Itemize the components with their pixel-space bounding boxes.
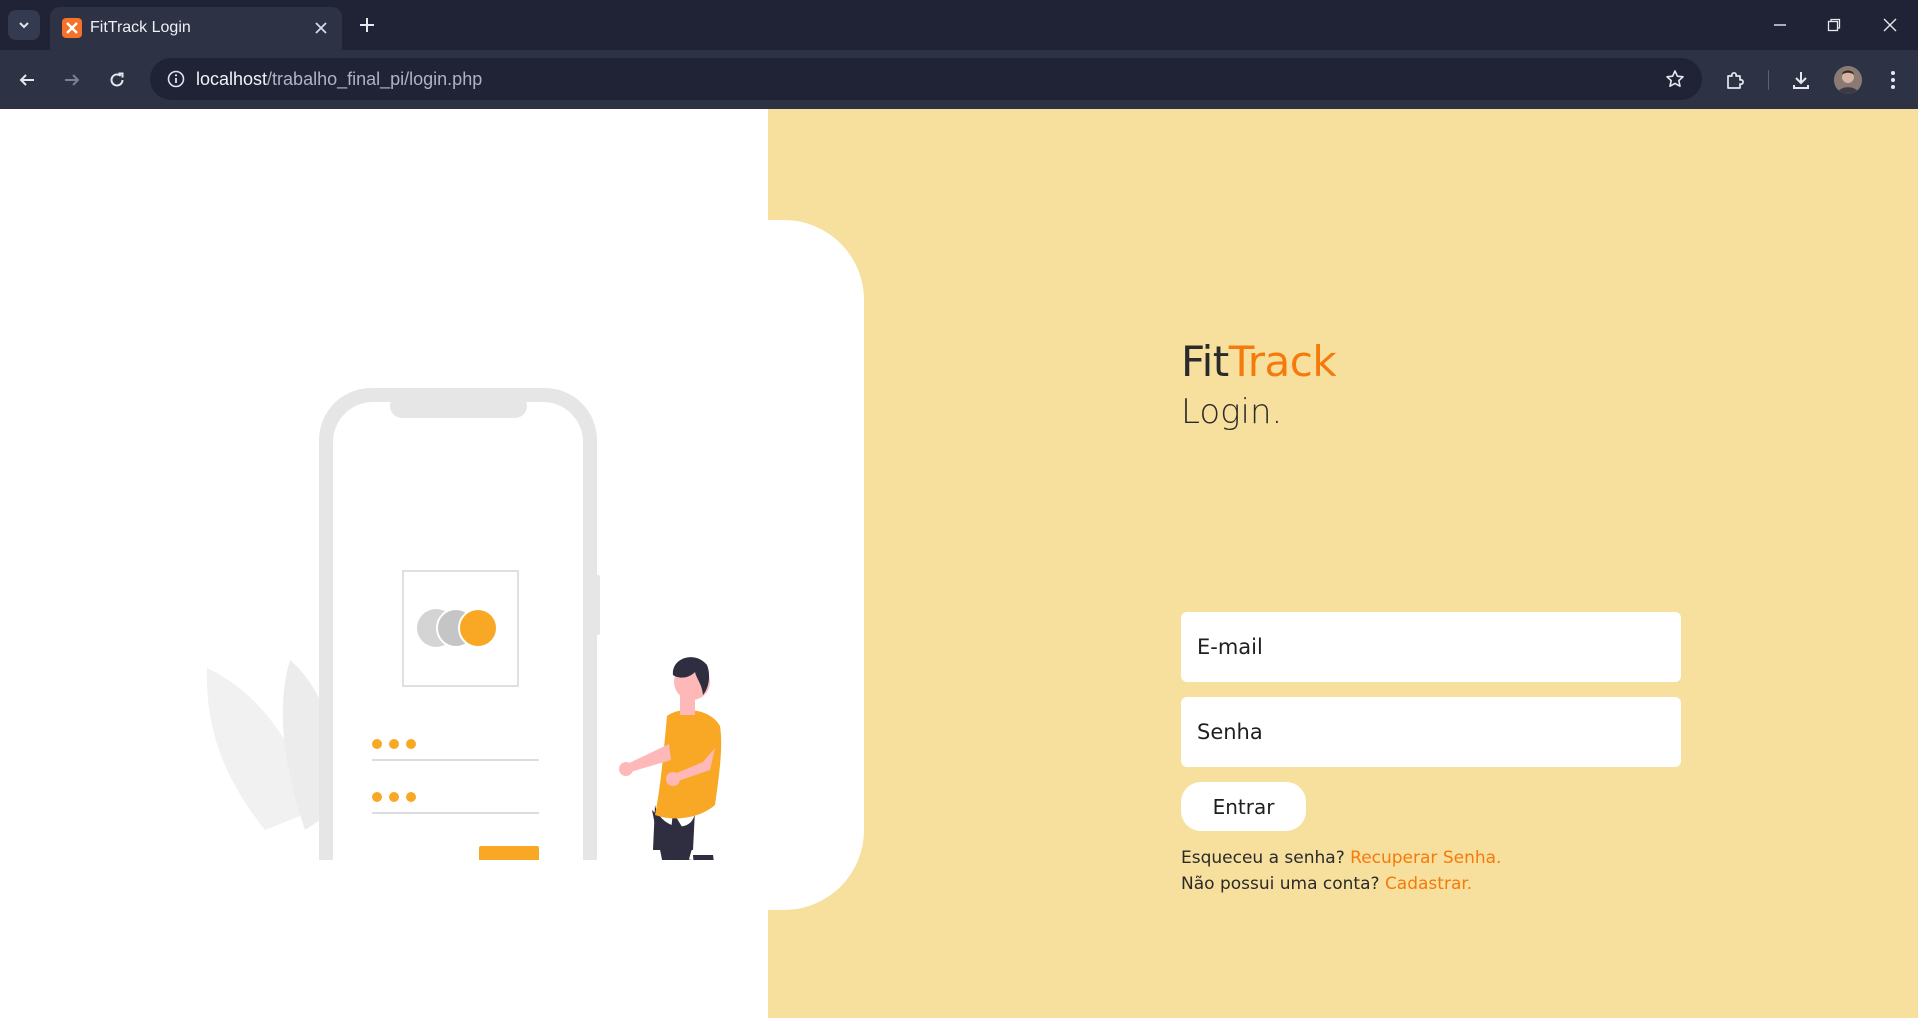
brand-fit: Fit: [1181, 337, 1229, 386]
close-window-icon[interactable]: [1862, 0, 1918, 50]
minimize-icon[interactable]: [1752, 0, 1808, 50]
new-tab-plus-icon[interactable]: [352, 10, 382, 40]
person-figure: [619, 657, 722, 860]
profile-avatar[interactable]: [1834, 66, 1862, 94]
extensions-puzzle-icon[interactable]: [1718, 63, 1752, 97]
email-field[interactable]: [1181, 612, 1681, 682]
browser-tab-active[interactable]: FitTrack Login: [50, 7, 342, 50]
url-text[interactable]: localhost/trabalho_final_pi/login.php: [196, 69, 482, 90]
url-host: localhost: [196, 69, 268, 89]
more-menu-icon[interactable]: [1876, 63, 1910, 97]
forgot-password-line: Esqueceu a senha? Recuperar Senha.: [1181, 845, 1501, 871]
forward-arrow-icon[interactable]: [55, 63, 89, 97]
phone-side-button: [594, 575, 600, 635]
download-icon[interactable]: [1784, 63, 1818, 97]
register-link[interactable]: Cadastrar.: [1385, 874, 1472, 894]
site-info-icon[interactable]: [160, 63, 192, 95]
back-arrow-icon[interactable]: [10, 63, 44, 97]
login-illustration: [206, 388, 722, 860]
help-links: Esqueceu a senha? Recuperar Senha. Não p…: [1181, 845, 1501, 897]
phone-login-button: [479, 846, 539, 860]
login-form: FitTrack Login. Entrar Esqueceu a senha?…: [1181, 338, 1681, 894]
xampp-icon: [62, 18, 82, 38]
brand-track: Track: [1228, 337, 1337, 386]
restore-icon[interactable]: [1806, 0, 1862, 50]
url-path: /trabalho_final_pi/login.php: [267, 69, 483, 89]
close-tab-icon[interactable]: [308, 15, 334, 41]
register-line: Não possui uma conta? Cadastrar.: [1181, 871, 1501, 897]
tab-title: FitTrack Login: [90, 19, 191, 36]
browser-toolbar: localhost/trabalho_final_pi/login.php: [0, 50, 1918, 109]
bookmark-star-icon[interactable]: [1660, 64, 1690, 94]
login-page: FitTrack Login. Entrar Esqueceu a senha?…: [0, 109, 1918, 1018]
toolbar-separator: [1768, 70, 1769, 90]
brand-logo: FitTrack: [1181, 338, 1681, 386]
address-bar[interactable]: localhost/trabalho_final_pi/login.php: [150, 58, 1702, 100]
no-account-text: Não possui uma conta?: [1181, 874, 1380, 894]
tab-search-button[interactable]: [8, 10, 40, 40]
page-title: Login.: [1181, 392, 1283, 432]
recover-password-link[interactable]: Recuperar Senha.: [1350, 848, 1501, 868]
browser-tab-bar: FitTrack Login: [0, 0, 1918, 50]
forgot-password-text: Esqueceu a senha?: [1181, 848, 1345, 868]
password-field[interactable]: [1181, 697, 1681, 767]
reload-icon[interactable]: [100, 63, 134, 97]
chevron-down-icon: [19, 22, 29, 29]
phone-notch: [390, 394, 527, 418]
login-button[interactable]: Entrar: [1181, 782, 1306, 831]
